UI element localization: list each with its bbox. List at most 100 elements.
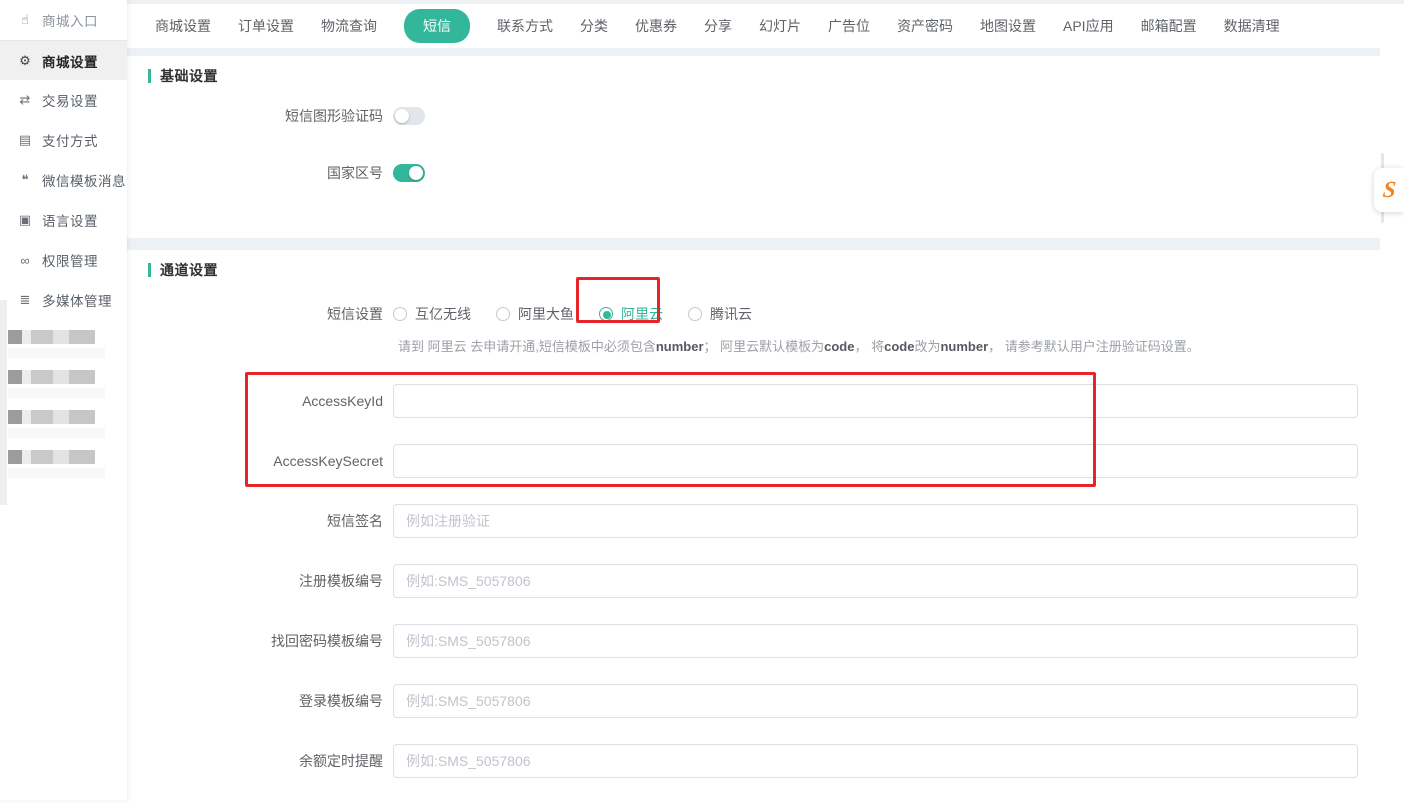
- redacted-block: [8, 468, 23, 478]
- tab-order-settings[interactable]: 订单设置: [238, 10, 294, 42]
- hint-segment: ； 阿里云默认模板为: [704, 339, 825, 354]
- redacted-block: [73, 388, 105, 398]
- field-row-access-key-id: AccessKeyId: [137, 384, 1380, 418]
- tab-map-settings[interactable]: 地图设置: [980, 10, 1036, 42]
- sms-provider-radio-group: 互亿无线 阿里大鱼 阿里云 腾讯云: [393, 304, 752, 324]
- radio-aliyun[interactable]: 阿里云: [599, 304, 663, 324]
- redacted-subline: [8, 428, 118, 438]
- redacted-block: [73, 348, 105, 358]
- tab-data-cleanup[interactable]: 数据清理: [1224, 10, 1280, 42]
- redacted-sidebar-item[interactable]: [8, 410, 118, 424]
- tab-share[interactable]: 分享: [704, 10, 732, 42]
- tab-category[interactable]: 分类: [580, 10, 608, 42]
- field-label-sms-signature: 短信签名: [137, 511, 383, 531]
- redacted-subline: [8, 388, 118, 398]
- redacted-block: [22, 330, 31, 344]
- tab-sms[interactable]: 短信: [404, 9, 470, 43]
- hint-segment: code: [884, 339, 914, 354]
- section-accent-bar: [148, 69, 151, 83]
- redacted-sidebar-item[interactable]: [8, 370, 118, 384]
- sidebar-item-trade-settings[interactable]: ⇄交易设置: [0, 80, 127, 120]
- basic-toggle-rows: 短信图形验证码国家区号: [137, 106, 1380, 183]
- hint-segment: code: [824, 339, 854, 354]
- field-input-sms-signature[interactable]: [393, 504, 1358, 538]
- field-input-register-template-id[interactable]: [393, 564, 1358, 598]
- field-input-reset-password-template-id[interactable]: [393, 624, 1358, 658]
- field-input-access-key-secret[interactable]: [393, 444, 1358, 478]
- radio-dot-icon: [393, 307, 407, 321]
- redacted-block: [69, 370, 95, 384]
- tab-slideshow[interactable]: 幻灯片: [759, 10, 801, 42]
- redacted-block: [8, 370, 22, 384]
- tab-mailbox-config[interactable]: 邮箱配置: [1141, 10, 1197, 42]
- redacted-block: [8, 428, 23, 438]
- sidebar-item-multimedia-management[interactable]: ≣多媒体管理: [0, 280, 127, 320]
- bank-card-icon: ▤: [17, 132, 33, 148]
- field-row-access-key-secret: AccessKeySecret: [137, 444, 1380, 478]
- sidebar-item-mall-settings[interactable]: ⚙商城设置: [0, 40, 127, 80]
- toggle-sms-captcha[interactable]: [393, 107, 425, 125]
- radio-ali-dayu[interactable]: 阿里大鱼: [496, 304, 574, 324]
- redacted-block: [8, 348, 23, 358]
- radio-dot-icon: [688, 307, 702, 321]
- sidebar-redacted-items: [8, 330, 118, 490]
- toggle-country-code[interactable]: [393, 164, 425, 182]
- sidebar-nav: ☝ 商城入口 ⚙商城设置⇄交易设置 ▤ 支付方式 ❝微信模板消息▣语言设置∞权限管理≣多媒…: [0, 0, 127, 320]
- redacted-block: [31, 330, 53, 344]
- radio-label: 互亿无线: [415, 304, 471, 324]
- redacted-block: [22, 410, 31, 424]
- channel-section-title: 通道设置: [160, 260, 218, 280]
- floating-s-widget[interactable]: S: [1374, 168, 1404, 212]
- s-logo-icon: S: [1381, 177, 1397, 203]
- toggle-knob: [395, 109, 409, 123]
- channel-form-fields: AccessKeyId AccessKeySecret 短信签名注册模板编号找回密码…: [137, 384, 1380, 778]
- field-row-reset-password-template-id: 找回密码模板编号: [137, 624, 1380, 658]
- gear-icon: ⚙: [17, 53, 33, 69]
- toggle-label: 短信图形验证码: [137, 106, 383, 126]
- redacted-sidebar-item[interactable]: [8, 330, 118, 344]
- field-label-reset-password-template-id: 找回密码模板编号: [137, 631, 383, 651]
- tab-api-app[interactable]: API应用: [1063, 10, 1114, 42]
- field-input-access-key-id[interactable]: [393, 384, 1358, 418]
- redacted-subline: [8, 348, 118, 358]
- provider-hint-text: 请到 阿里云 去申请开通,短信模板中必须包含number； 阿里云默认模板为co…: [398, 338, 1356, 356]
- sidebar-item-wechat-template-message[interactable]: ❝微信模板消息: [0, 160, 127, 200]
- sidebar-item-label: 商城入口: [42, 10, 98, 30]
- field-row-balance-reminder: 余额定时提醒: [137, 744, 1380, 778]
- tab-coupon[interactable]: 优惠券: [635, 10, 677, 42]
- sidebar-item-payment-methods[interactable]: ▤ 支付方式: [0, 120, 127, 160]
- main-content: 商城设置订单设置物流查询短信联系方式分类优惠券分享幻灯片广告位资产密码地图设置 A…: [127, 0, 1404, 800]
- tab-ad-slot[interactable]: 广告位: [828, 10, 870, 42]
- sidebar-censor-strip: [0, 300, 7, 505]
- section-gap: [127, 48, 1380, 56]
- radio-huyi-wireless[interactable]: 互亿无线: [393, 304, 471, 324]
- radio-dot-icon: [496, 307, 510, 321]
- sidebar-item-permission-management[interactable]: ∞权限管理: [0, 240, 127, 280]
- tab-contact[interactable]: 联系方式: [497, 10, 553, 42]
- redacted-block: [51, 388, 73, 398]
- sidebar-item-language-settings[interactable]: ▣语言设置: [0, 200, 127, 240]
- sidebar-item-label: 交易设置: [42, 90, 98, 110]
- redacted-sidebar-item[interactable]: [8, 450, 118, 464]
- field-label-balance-reminder: 余额定时提醒: [137, 751, 383, 771]
- redacted-block: [53, 450, 69, 464]
- section-accent-bar: [148, 263, 151, 277]
- tab-mall-settings[interactable]: 商城设置: [155, 10, 211, 42]
- tab-logistics-query[interactable]: 物流查询: [321, 10, 377, 42]
- field-input-balance-reminder[interactable]: [393, 744, 1358, 778]
- radio-label: 阿里大鱼: [518, 304, 574, 324]
- field-input-login-template-id[interactable]: [393, 684, 1358, 718]
- tab-asset-password[interactable]: 资产密码: [897, 10, 953, 42]
- field-label-register-template-id: 注册模板编号: [137, 571, 383, 591]
- sms-setting-label: 短信设置: [137, 304, 383, 324]
- redacted-block: [23, 468, 51, 478]
- field-row-register-template-id: 注册模板编号: [137, 564, 1380, 598]
- radio-label: 腾讯云: [710, 304, 752, 324]
- hand-pointer-icon: ☝: [17, 12, 33, 28]
- page: ☝商城入口⚙商城设置⇄交易设置▤支付方式❝微信模板消息▣语言设置∞权限管理≣多媒…: [0, 0, 1404, 800]
- redacted-block: [23, 348, 51, 358]
- list-icon: ≣: [17, 292, 33, 308]
- sidebar-item-label: 支付方式: [42, 130, 98, 150]
- sidebar-item-mall-entrance[interactable]: ☝ 商城入口: [0, 0, 127, 40]
- radio-tencent-cloud[interactable]: 腾讯云: [688, 304, 752, 324]
